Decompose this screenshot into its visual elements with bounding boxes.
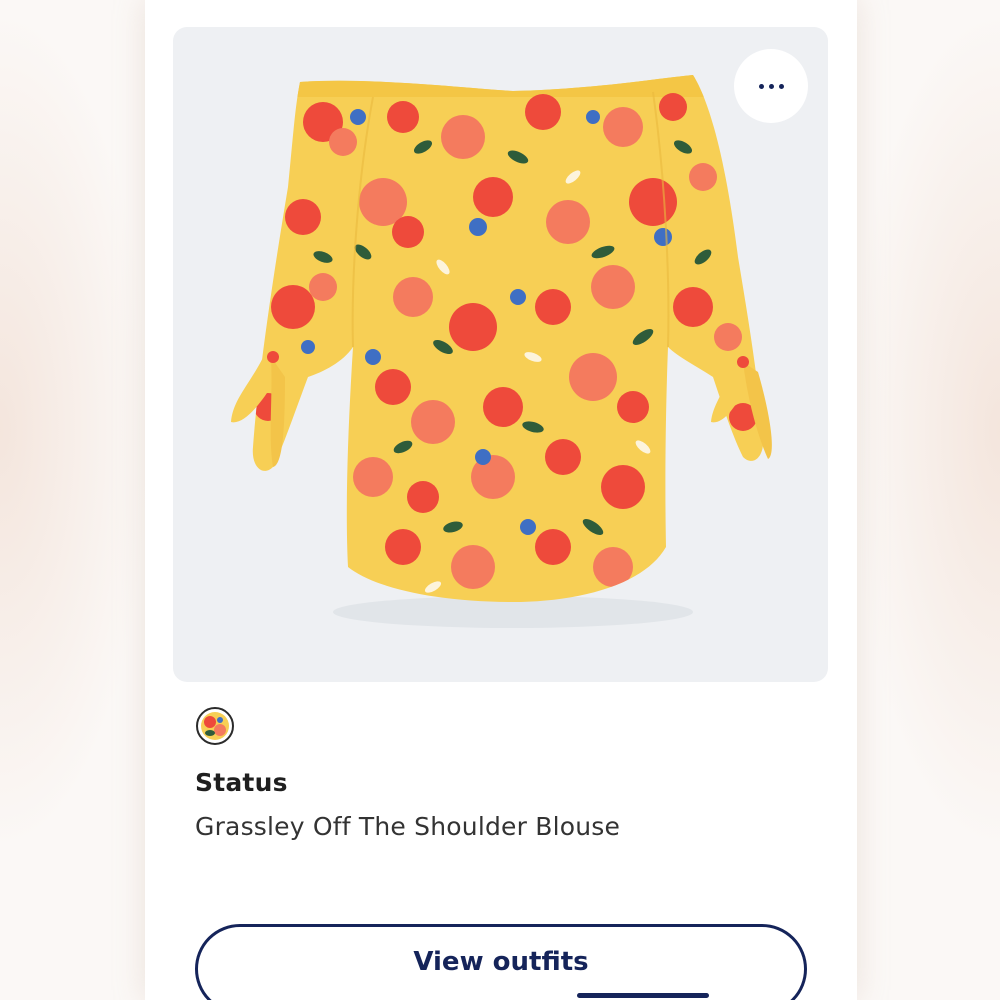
scroll-indicator [577, 993, 709, 998]
brand-name: Status [195, 768, 288, 797]
product-image[interactable] [173, 27, 828, 682]
product-title: Grassley Off The Shoulder Blouse [195, 812, 621, 841]
view-outfits-button[interactable]: View outfits [195, 924, 807, 1000]
screen: Status Grassley Off The Shoulder Blouse … [0, 0, 1000, 1000]
floral-swatch-icon [201, 712, 229, 740]
more-horizontal-icon [758, 83, 784, 89]
product-image-panel[interactable] [173, 27, 828, 682]
more-options-button[interactable] [734, 49, 808, 123]
color-swatch-button[interactable] [196, 707, 234, 745]
view-outfits-label: View outfits [413, 947, 589, 977]
